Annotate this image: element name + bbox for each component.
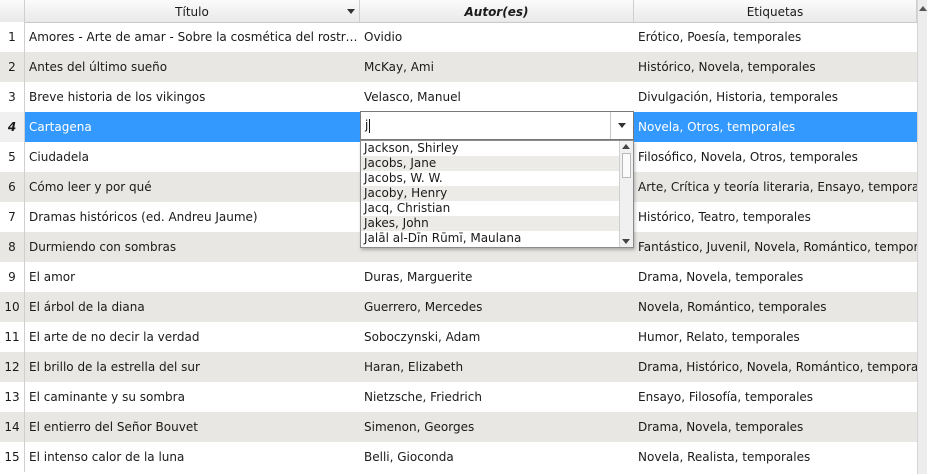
cell-tags[interactable]: Novela, Romántico, temporales [634, 292, 917, 322]
scroll-up-arrow-icon[interactable] [919, 6, 927, 11]
table-row[interactable]: 10 El árbol de la diana Guerrero, Mercedes… [0, 292, 917, 322]
row-number-header [0, 0, 25, 22]
table-row[interactable]: 1 Amores - Arte de amar - Sobre la cosmét… [0, 22, 917, 52]
column-header-title-label: Título [175, 5, 209, 19]
row-number[interactable]: 7 [0, 202, 25, 232]
chevron-down-icon [618, 123, 626, 128]
suggestion-item[interactable]: Jackson, Shirley [361, 141, 620, 156]
row-number[interactable]: 10 [0, 292, 25, 322]
row-number[interactable]: 3 [0, 82, 25, 112]
cell-author[interactable]: Ovidio [360, 22, 634, 52]
cell-title[interactable]: Antes del último sueño [25, 52, 360, 82]
cell-title[interactable]: Amores - Arte de amar - Sobre la cosméti… [25, 22, 360, 52]
cell-author[interactable]: Belli, Gioconda [360, 442, 634, 472]
cell-tags[interactable]: Filosófico, Novela, Otros, temporales [634, 142, 917, 172]
cell-author[interactable]: Simenon, Georges [360, 412, 634, 442]
cell-title[interactable]: Cartagena [25, 112, 360, 142]
cell-author[interactable]: Soboczynski, Adam [360, 322, 634, 352]
cell-author[interactable]: Nietzsche, Friedrich [360, 382, 634, 412]
autocomplete-popup: Jackson, Shirley Jacobs, Jane Jacobs, W. W… [360, 140, 634, 248]
cell-author[interactable]: McKay, Ami [360, 52, 634, 82]
cell-tags[interactable]: Ensayo, Filosofía, temporales [634, 382, 917, 412]
cell-tags[interactable]: Drama, Novela, temporales [634, 262, 917, 292]
cell-title[interactable]: Durmiendo con sombras [25, 232, 360, 262]
cell-author[interactable]: Velasco, Manuel [360, 82, 634, 112]
row-number[interactable]: 13 [0, 382, 25, 412]
cell-title[interactable]: El árbol de la diana [25, 292, 360, 322]
scroll-down-arrow-icon[interactable] [622, 239, 630, 244]
row-number[interactable]: 1 [0, 22, 25, 52]
cell-tags[interactable]: Novela, Realista, temporales [634, 442, 917, 472]
row-number[interactable]: 14 [0, 412, 25, 442]
cell-author[interactable]: Guerrero, Mercedes [360, 292, 634, 322]
table-row[interactable]: 13 El caminante y su sombra Nietzsche, Fri… [0, 382, 917, 412]
row-number[interactable]: 11 [0, 322, 25, 352]
cell-title[interactable]: Ciudadela [25, 142, 360, 172]
cell-tags[interactable]: Arte, Crítica y teoría literaria, Ensayo… [634, 172, 917, 202]
cell-title[interactable]: Cómo leer y por qué [25, 172, 360, 202]
cell-title[interactable]: El intenso calor de la luna [25, 442, 360, 472]
suggestion-item[interactable]: Jacoby, Henry [361, 186, 620, 201]
row-number[interactable]: 4 [0, 112, 25, 142]
row-number[interactable]: 9 [0, 262, 25, 292]
cell-title[interactable]: El brillo de la estrella del sur [25, 352, 360, 382]
cell-author[interactable]: Haran, Elizabeth [360, 352, 634, 382]
cell-author[interactable]: Duras, Marguerite [360, 262, 634, 292]
row-number[interactable]: 12 [0, 352, 25, 382]
scrollbar-thumb[interactable] [622, 153, 631, 178]
cell-title[interactable]: Dramas históricos (ed. Andreu Jaume) [25, 202, 360, 232]
row-number[interactable]: 2 [0, 52, 25, 82]
cell-tags[interactable]: Histórico, Novela, temporales [634, 52, 917, 82]
table-row[interactable]: 3 Breve historia de los vikingos Velasco, … [0, 82, 917, 112]
cell-title[interactable]: El caminante y su sombra [25, 382, 360, 412]
cell-tags[interactable]: Divulgación, Historia, temporales [634, 82, 917, 112]
table-row[interactable]: 15 El intenso calor de la luna Belli, Gioc… [0, 442, 917, 472]
cell-tags[interactable]: Drama, Novela, temporales [634, 412, 917, 442]
author-editor-value: j [365, 118, 369, 132]
cell-tags[interactable]: Drama, Histórico, Novela, Romántico, tem… [634, 352, 917, 382]
cell-tags[interactable]: Fantástico, Juvenil, Novela, Romántico, … [634, 232, 917, 262]
row-number[interactable]: 6 [0, 172, 25, 202]
column-header-authors[interactable]: Autor(es) [360, 0, 634, 22]
column-header-title[interactable]: Título [25, 0, 360, 22]
table-row[interactable]: 11 El arte de no decir la verdad Soboczyns… [0, 322, 917, 352]
row-number[interactable]: 8 [0, 232, 25, 262]
table-header: Título Autor(es) Etiquetas [0, 0, 917, 23]
author-editor-input[interactable]: j [365, 112, 371, 139]
row-number[interactable]: 5 [0, 142, 25, 172]
suggestion-item[interactable]: Jalāl al-Dīn Rūmī, Maulana [361, 231, 620, 246]
editor-dropdown-button[interactable] [610, 112, 633, 139]
cell-title[interactable]: El arte de no decir la verdad [25, 322, 360, 352]
cell-title[interactable]: El amor [25, 262, 360, 292]
column-header-authors-label: Autor(es) [464, 5, 529, 19]
text-cursor [369, 118, 371, 133]
column-header-tags[interactable]: Etiquetas [634, 0, 917, 22]
vertical-scrollbar[interactable] [917, 0, 927, 474]
table-row[interactable]: 2 Antes del último sueño McKay, Ami Históri… [0, 52, 917, 82]
suggestion-item[interactable]: Jakes, John [361, 216, 620, 231]
scroll-up-arrow-icon[interactable] [622, 144, 630, 149]
cell-tags[interactable]: Erótico, Poesía, temporales [634, 22, 917, 52]
cell-tags[interactable]: Humor, Relato, temporales [634, 322, 917, 352]
sort-descending-icon[interactable] [347, 9, 355, 14]
popup-scrollbar[interactable] [619, 141, 633, 247]
table-row[interactable]: 12 El brillo de la estrella del sur Haran,… [0, 352, 917, 382]
suggestion-item[interactable]: Jacobs, Jane [361, 156, 620, 171]
cell-title[interactable]: El entierro del Señor Bouvet [25, 412, 360, 442]
suggestion-item[interactable]: Jacobs, W. W. [361, 171, 620, 186]
row-number[interactable]: 15 [0, 442, 25, 472]
author-editor-combobox[interactable]: j [360, 111, 634, 140]
table-row[interactable]: 14 El entierro del Señor Bouvet Simenon, G… [0, 412, 917, 442]
suggestion-item[interactable]: Jacq, Christian [361, 201, 620, 216]
cell-tags[interactable]: Novela, Otros, temporales [634, 112, 917, 142]
cell-tags[interactable]: Histórico, Teatro, temporales [634, 202, 917, 232]
table-row[interactable]: 9 El amor Duras, Marguerite Drama, Novela, … [0, 262, 917, 292]
column-header-tags-label: Etiquetas [746, 5, 804, 19]
cell-title[interactable]: Breve historia de los vikingos [25, 82, 360, 112]
